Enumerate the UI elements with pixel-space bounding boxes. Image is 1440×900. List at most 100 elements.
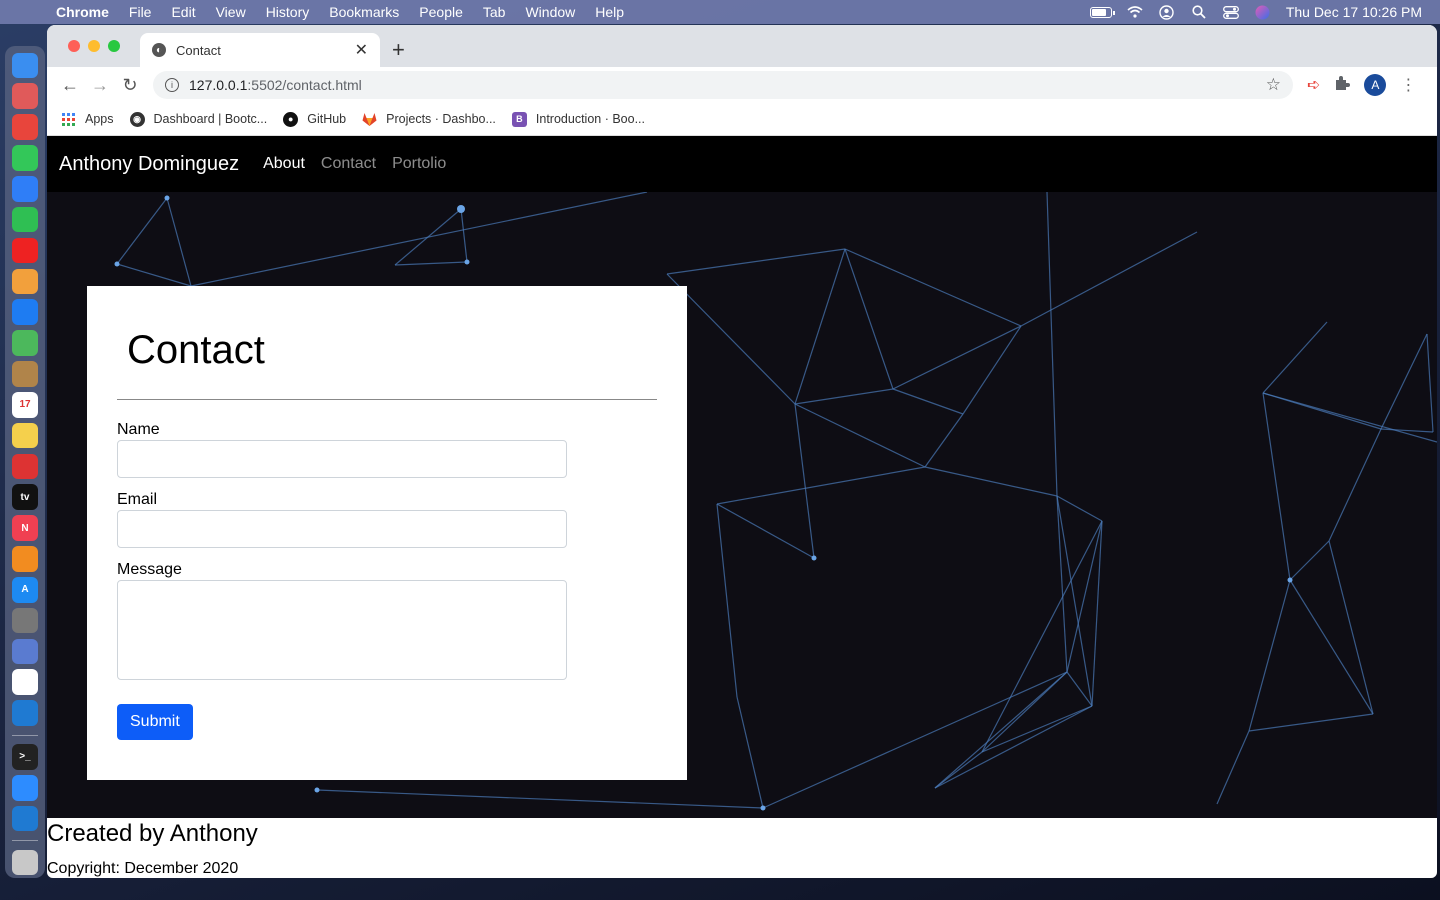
- forward-arrow-icon[interactable]: →: [85, 75, 115, 96]
- bookmark-dashboard[interactable]: ◉ Dashboard | Bootc...: [129, 111, 268, 127]
- network-line: [1066, 671, 1093, 707]
- dock-books-icon[interactable]: [12, 546, 38, 572]
- nav-link-contact[interactable]: Contact: [321, 155, 376, 173]
- navbar-brand[interactable]: Anthony Dominguez: [59, 153, 239, 176]
- clock-datetime[interactable]: Thu Dec 17 10:26 PM: [1286, 4, 1422, 20]
- network-line: [844, 248, 894, 390]
- footer-copyright: Copyright: December 2020: [47, 860, 239, 877]
- dock-launchpad-icon[interactable]: [12, 83, 38, 110]
- dock-apple-tv-icon[interactable]: tv: [12, 484, 38, 511]
- menu-edit[interactable]: Edit: [161, 4, 205, 20]
- message-textarea[interactable]: [117, 580, 567, 680]
- network-line: [1066, 520, 1103, 673]
- nav-link-portfolio[interactable]: Portolio: [392, 155, 446, 173]
- dock-notes-icon[interactable]: [12, 422, 38, 449]
- dock-vscode-2-icon[interactable]: [12, 805, 38, 832]
- name-input[interactable]: [117, 440, 567, 478]
- browser-toolbar: ← → ↻ i 127.0.0.1:5502/contact.html ☆ ➪ …: [47, 67, 1437, 103]
- network-line: [1262, 321, 1328, 394]
- control-center-icon[interactable]: [1222, 5, 1240, 19]
- email-input[interactable]: [117, 510, 567, 548]
- dock-slack-icon[interactable]: [12, 669, 38, 696]
- back-arrow-icon[interactable]: ←: [55, 75, 85, 96]
- bookmark-apps[interactable]: Apps: [61, 112, 114, 127]
- site-info-icon[interactable]: i: [165, 78, 179, 92]
- url-host: 127.0.0.1: [189, 77, 248, 93]
- bookmark-label: Dashboard | Bootc...: [153, 112, 268, 126]
- network-line: [1262, 392, 1382, 430]
- close-tab-icon[interactable]: ✕: [355, 40, 368, 60]
- page-viewport: Anthony Dominguez About Contact Portolio…: [47, 136, 1437, 878]
- zoom-window-button[interactable]: [108, 40, 120, 52]
- new-tab-icon[interactable]: +: [392, 37, 405, 63]
- bookmark-label: Introduction · Boo...: [535, 112, 645, 126]
- bootstrap-icon: B: [511, 111, 527, 127]
- network-line: [924, 413, 964, 468]
- wifi-icon[interactable]: [1126, 5, 1144, 19]
- dock-photos-icon[interactable]: [12, 268, 38, 295]
- menu-people[interactable]: People: [409, 4, 473, 20]
- dock-system-preferences-icon[interactable]: [12, 607, 38, 634]
- user-account-icon[interactable]: [1158, 4, 1176, 20]
- dock-vscode-icon[interactable]: [12, 700, 38, 726]
- dock-facetime-icon[interactable]: [12, 206, 38, 233]
- bookmark-bootstrap-intro[interactable]: B Introduction · Boo...: [511, 111, 645, 127]
- dock-news-icon[interactable]: N: [12, 515, 38, 541]
- dock-chrome-icon[interactable]: [12, 114, 38, 140]
- dock-mail-icon[interactable]: [12, 175, 38, 202]
- dock-terminal-icon[interactable]: >_: [12, 744, 38, 770]
- network-line: [716, 503, 815, 559]
- network-line: [166, 197, 192, 287]
- divider: [117, 399, 657, 400]
- dock-separator: [12, 734, 38, 736]
- siri-icon[interactable]: [1254, 5, 1272, 19]
- battery-icon[interactable]: [1089, 6, 1115, 18]
- menu-tab[interactable]: Tab: [473, 4, 516, 20]
- dock-finder-icon[interactable]: [12, 52, 38, 79]
- bookmark-gitlab-projects[interactable]: Projects · Dashbo...: [362, 112, 496, 127]
- submit-button[interactable]: Submit: [117, 704, 193, 740]
- address-bar[interactable]: i 127.0.0.1:5502/contact.html ☆: [153, 71, 1293, 99]
- minimize-window-button[interactable]: [88, 40, 100, 52]
- dock-youtube-music-icon[interactable]: [12, 237, 38, 264]
- profile-avatar[interactable]: A: [1364, 74, 1387, 96]
- network-line: [762, 671, 1068, 809]
- network-line: [892, 388, 964, 415]
- extension-arrow-icon[interactable]: ➪: [1307, 75, 1320, 95]
- dock-maps-icon[interactable]: [12, 330, 38, 356]
- extensions-puzzle-icon[interactable]: [1334, 75, 1351, 96]
- more-menu-icon[interactable]: ⋮: [1400, 75, 1416, 95]
- reload-icon[interactable]: ↻: [115, 75, 145, 96]
- dock-zoom-icon[interactable]: [12, 774, 38, 801]
- close-window-button[interactable]: [68, 40, 80, 52]
- dock-photo-booth-icon[interactable]: [12, 453, 38, 480]
- message-label: Message: [117, 561, 182, 578]
- menu-help[interactable]: Help: [585, 4, 634, 20]
- network-line: [460, 208, 468, 263]
- network-line: [116, 263, 192, 287]
- dock-calendar-icon[interactable]: 17: [12, 391, 38, 418]
- menu-view[interactable]: View: [206, 4, 256, 20]
- network-line: [1328, 428, 1382, 542]
- dock-safari-icon[interactable]: [12, 299, 38, 325]
- spotlight-search-icon[interactable]: [1190, 5, 1208, 19]
- menu-file[interactable]: File: [119, 4, 162, 20]
- menu-bookmarks[interactable]: Bookmarks: [319, 4, 409, 20]
- dock-contacts-icon[interactable]: [12, 361, 38, 387]
- status-area: Thu Dec 17 10:26 PM: [1089, 4, 1440, 20]
- dock-messages-icon[interactable]: [12, 145, 38, 171]
- network-line: [924, 466, 1058, 497]
- dock-preview-icon[interactable]: [12, 638, 38, 665]
- network-line: [1248, 579, 1291, 732]
- dock-app-store-icon[interactable]: A: [12, 576, 38, 603]
- menu-history[interactable]: History: [256, 4, 320, 20]
- dock-trash-icon[interactable]: [12, 849, 38, 876]
- contact-card: Contact Name Email Message Submit: [87, 286, 687, 780]
- menu-window[interactable]: Window: [515, 4, 585, 20]
- network-line: [1426, 333, 1434, 433]
- bookmark-star-icon[interactable]: ☆: [1266, 75, 1281, 95]
- nav-link-about[interactable]: About: [263, 155, 305, 173]
- menu-app-name[interactable]: Chrome: [40, 4, 119, 20]
- bookmark-github[interactable]: ● GitHub: [283, 111, 346, 127]
- browser-tab-contact[interactable]: ◐ Contact ✕: [140, 33, 380, 67]
